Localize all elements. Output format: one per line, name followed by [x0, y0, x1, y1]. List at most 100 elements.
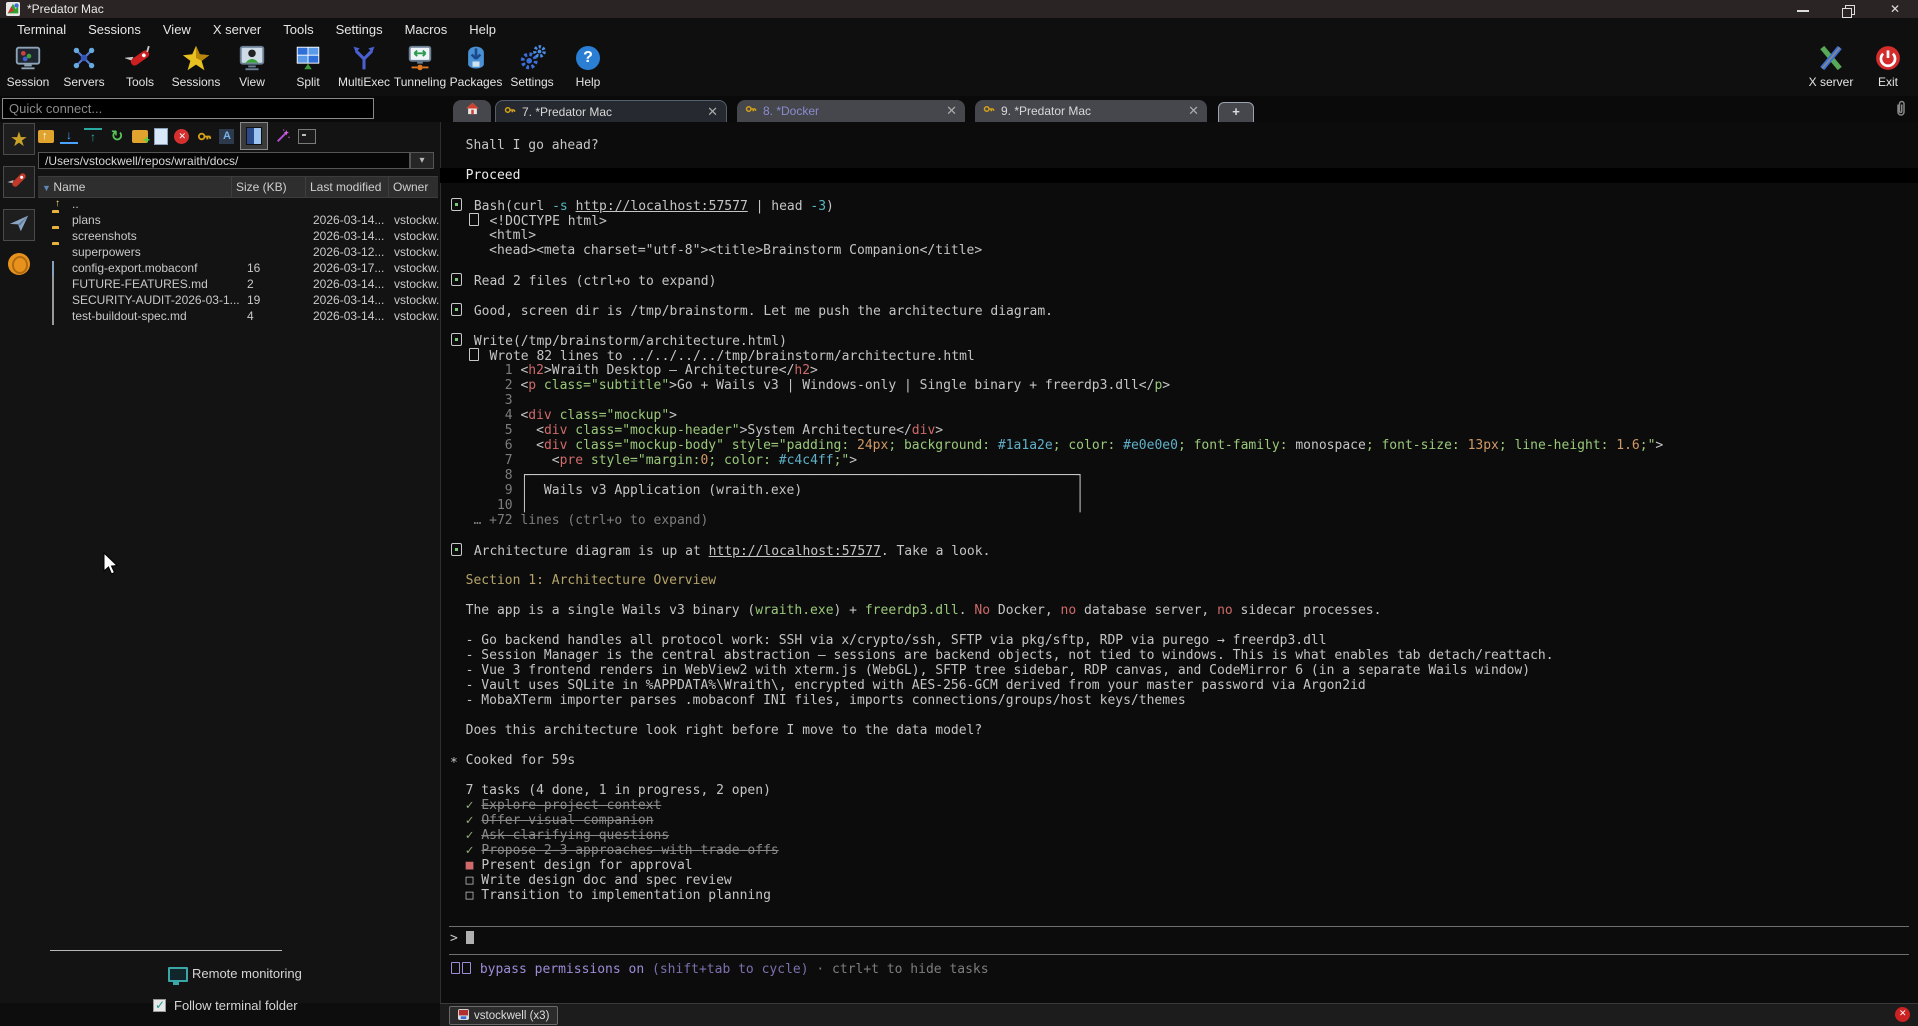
fmod: 2026-03-14... — [313, 292, 384, 308]
remote-monitoring-label[interactable]: Remote monitoring — [192, 966, 302, 981]
session-tab-button[interactable]: vstockwell (x3) — [449, 1006, 558, 1025]
exit-button[interactable]: Exit — [1862, 42, 1914, 89]
file-row[interactable]: plans2026-03-14...vstockw... — [38, 212, 438, 228]
servers-button[interactable]: Servers — [56, 42, 112, 89]
close-session-icon[interactable] — [1895, 1007, 1910, 1022]
key-icon — [983, 102, 995, 120]
key-icon — [504, 103, 516, 121]
paperclip-icon[interactable] — [1892, 100, 1910, 123]
filemd-icon — [52, 277, 54, 293]
font-icon[interactable] — [219, 129, 234, 144]
tab-close-icon[interactable]: ✕ — [946, 103, 957, 119]
terminal-line: 10 │ │ — [440, 498, 1918, 513]
file-browser-toolbar — [38, 124, 316, 148]
terminal-line — [440, 183, 1918, 198]
multiexec-button[interactable]: MultiExec — [336, 42, 392, 89]
file-row[interactable]: SECURITY-AUDIT-2026-03-1...192026-03-14.… — [38, 292, 438, 308]
terminal-line: - Vault uses SQLite in %APPDATA%\Wraith\… — [440, 678, 1918, 693]
tab-home[interactable] — [453, 100, 491, 122]
help-button[interactable]: Help — [560, 42, 616, 89]
menu-tools[interactable]: Tools — [272, 20, 324, 39]
terminal-line: - Vue 3 frontend renders in WebView2 wit… — [440, 663, 1918, 678]
settings-button[interactable]: Settings — [504, 42, 560, 89]
remote-monitoring-icon[interactable] — [168, 967, 188, 982]
menu-view[interactable]: View — [152, 20, 202, 39]
new-folder-icon[interactable] — [132, 130, 148, 143]
terminal-line: Read 2 files (ctrl+o to expand) — [440, 273, 1918, 288]
terminal-prompt[interactable]: > — [450, 931, 474, 946]
view-user-icon — [236, 42, 268, 74]
tab-close-icon[interactable]: ✕ — [707, 104, 718, 120]
download-icon[interactable] — [60, 128, 78, 144]
column-header-owner[interactable]: Owner — [389, 177, 438, 197]
delete-icon[interactable] — [174, 129, 189, 144]
terminal-line: Does this architecture look right before… — [440, 723, 1918, 738]
minimize-button[interactable] — [1788, 3, 1818, 16]
file-row[interactable]: superpowers2026-03-12...vstockw... — [38, 244, 438, 260]
column-header-modified[interactable]: Last modified — [306, 177, 389, 197]
tab-predator-mac-9[interactable]: 9. *Predator Mac ✕ — [975, 100, 1207, 122]
split-button[interactable]: Split — [280, 42, 336, 89]
file-row[interactable]: FUTURE-FEATURES.md22026-03-14...vstockw.… — [38, 276, 438, 292]
session-button[interactable]: Session — [0, 42, 56, 89]
file-row[interactable]: config-export.mobaconf162026-03-17...vst… — [38, 260, 438, 276]
new-file-icon[interactable] — [154, 128, 168, 145]
close-button[interactable]: ✕ — [1880, 3, 1910, 16]
sessions-button[interactable]: Sessions — [168, 42, 224, 89]
terminal-line: ✓ Propose 2-3 approaches with trade-offs — [440, 843, 1918, 858]
quick-connect-input[interactable]: Quick connect... — [2, 98, 374, 119]
missing-glyph-icon — [469, 213, 479, 226]
key-icon[interactable] — [195, 127, 213, 145]
menu-x-server[interactable]: X server — [202, 20, 272, 39]
mobaxterm-logo-icon — [6, 2, 20, 16]
maximize-button[interactable] — [1834, 3, 1864, 16]
sidebar-tab-macros[interactable] — [3, 209, 35, 241]
new-tab-button[interactable]: + — [1218, 102, 1254, 123]
file-row[interactable]: screenshots2026-03-14...vstockw... — [38, 228, 438, 244]
column-header-size[interactable]: Size (KB) — [232, 177, 306, 197]
network-globe-icon[interactable] — [8, 253, 30, 275]
fown: vstockw... — [394, 308, 446, 324]
tunneling-button[interactable]: Tunneling — [392, 42, 448, 89]
magic-wand-icon[interactable] — [274, 127, 292, 145]
packages-button[interactable]: Packages — [448, 42, 504, 89]
follow-terminal-folder-checkbox[interactable] — [153, 999, 166, 1012]
x-server-button[interactable]: X server — [1800, 42, 1862, 89]
file-row[interactable]: test-buildout-spec.md42026-03-14...vstoc… — [38, 308, 438, 324]
file-row[interactable]: .. — [38, 196, 438, 212]
upload-icon[interactable] — [84, 128, 102, 144]
key-icon — [745, 102, 757, 120]
terminal-icon[interactable] — [298, 129, 316, 144]
menu-sessions[interactable]: Sessions — [77, 20, 152, 39]
menu-help[interactable]: Help — [458, 20, 507, 39]
fown: vstockw... — [394, 244, 446, 260]
bullet-icon — [451, 543, 462, 556]
column-header-name[interactable]: ▼ Name — [38, 177, 232, 197]
terminal-line: ∗ Cooked for 59s — [440, 753, 1918, 768]
path-dropdown-button[interactable]: ▾ — [410, 152, 434, 169]
fmod: 2026-03-14... — [313, 228, 384, 244]
tab-close-icon[interactable]: ✕ — [1188, 103, 1199, 119]
refresh-icon[interactable] — [108, 127, 126, 145]
folder-up-icon[interactable] — [38, 130, 54, 143]
menu-bar: Terminal Sessions View X server Tools Se… — [0, 18, 1918, 40]
bullet-icon — [451, 198, 462, 211]
menu-macros[interactable]: Macros — [394, 20, 459, 39]
path-input[interactable]: /Users/vstockwell/repos/wraith/docs/ — [38, 152, 410, 169]
tab-docker-8[interactable]: 8. *Docker ✕ — [737, 100, 965, 122]
tab-predator-mac-7[interactable]: 7. *Predator Mac ✕ — [495, 100, 727, 122]
menu-settings[interactable]: Settings — [325, 20, 394, 39]
tab-label: 9. *Predator Mac — [1001, 104, 1180, 118]
session-tab-label: vstockwell (x3) — [474, 1010, 549, 1022]
sidebar-tab-sessions[interactable]: ★ — [3, 123, 35, 155]
terminal-line: 5 <div class="mockup-header">System Arch… — [440, 423, 1918, 438]
menu-terminal[interactable]: Terminal — [6, 20, 77, 39]
terminal-line: Write(/tmp/brainstorm/architecture.html) — [440, 333, 1918, 348]
tools-button[interactable]: Tools — [112, 42, 168, 89]
view-button[interactable]: View — [224, 42, 280, 89]
follow-terminal-folder-label[interactable]: Follow terminal folder — [174, 998, 298, 1013]
terminal-line — [440, 618, 1918, 633]
session-icon — [12, 42, 44, 74]
sidebar-tab-tools[interactable] — [3, 166, 35, 198]
split-view-icon[interactable] — [240, 122, 268, 150]
